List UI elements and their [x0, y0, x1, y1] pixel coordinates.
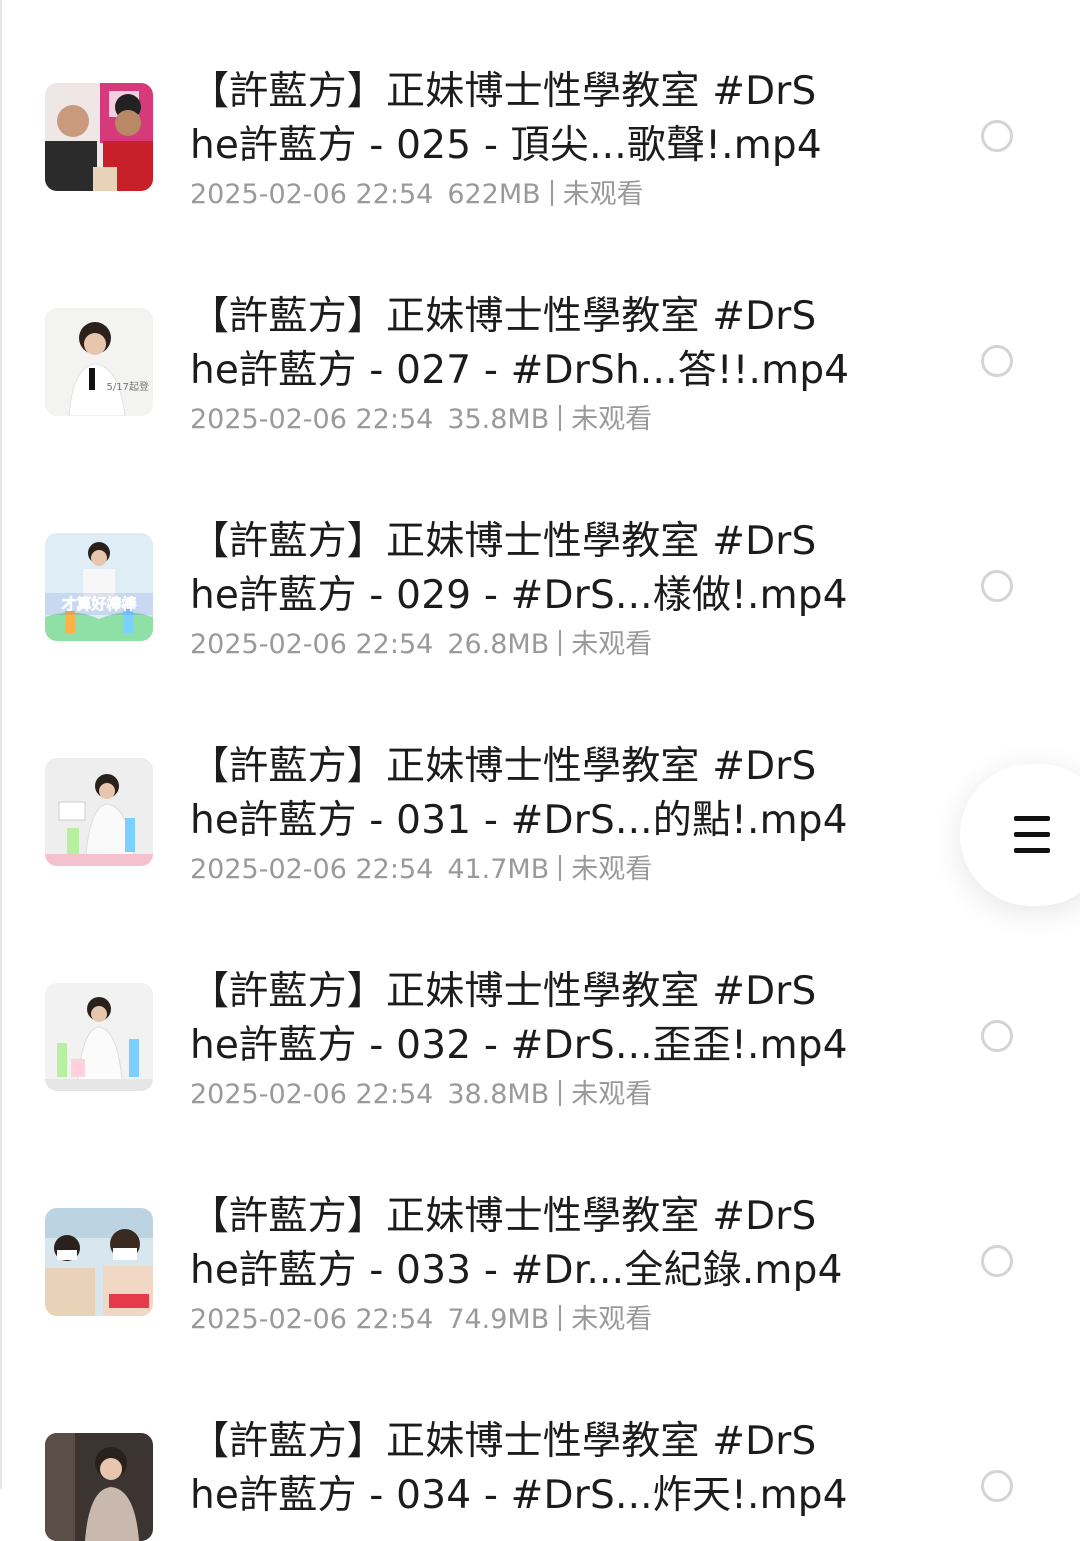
video-size: 41.7MB	[447, 854, 550, 885]
video-title: 【許藍方】正妹博士性學教室 #DrS he許藍方 - 033 - #Dr...全…	[190, 1194, 843, 1293]
video-size: 35.8MB	[447, 404, 550, 435]
meta-separator	[559, 855, 562, 881]
select-radio[interactable]	[981, 570, 1013, 602]
video-meta: 2025-02-06 22:54 35.8MB 未观看	[190, 397, 652, 437]
video-thumbnail	[45, 1433, 153, 1541]
video-meta: 2025-02-06 22:54 41.7MB 未观看	[190, 847, 652, 887]
menu-button[interactable]	[960, 764, 1080, 906]
video-size: 38.8MB	[447, 1079, 550, 1110]
watch-status: 未观看	[571, 1304, 653, 1335]
select-radio[interactable]	[981, 1470, 1013, 1502]
video-title: 【許藍方】正妹博士性學教室 #DrS he許藍方 - 027 - #DrSh..…	[190, 294, 850, 393]
video-date: 2025-02-06 22:54	[190, 1304, 434, 1335]
watch-status: 未观看	[571, 1079, 653, 1110]
thumb-caption: 才算好棒棒	[61, 595, 137, 613]
select-radio[interactable]	[981, 1245, 1013, 1277]
watch-status: 未观看	[571, 404, 653, 435]
menu-icon	[1014, 816, 1050, 864]
video-meta: 2025-02-06 22:54 38.8MB 未观看	[190, 1072, 652, 1112]
video-date: 2025-02-06 22:54	[190, 404, 434, 435]
video-title: 【許藍方】正妹博士性學教室 #DrS he許藍方 - 029 - #DrS...…	[190, 519, 848, 618]
video-thumbnail	[45, 1208, 153, 1316]
watch-status: 未观看	[571, 629, 653, 660]
video-meta: 2025-02-06 22:54 26.8MB 未观看	[190, 622, 652, 662]
video-title: 【許藍方】正妹博士性學教室 #DrS he許藍方 - 032 - #DrS...…	[190, 969, 848, 1068]
list-item[interactable]: 【許藍方】正妹博士性學教室 #DrS he許藍方 - 034 - #DrS...…	[0, 0, 1080, 1541]
video-date: 2025-02-06 22:54	[190, 1079, 434, 1110]
video-date: 2025-02-06 22:54	[190, 854, 434, 885]
video-title: 【許藍方】正妹博士性學教室 #DrS he許藍方 - 031 - #DrS...…	[190, 744, 848, 843]
select-radio[interactable]	[981, 345, 1013, 377]
video-size: 74.9MB	[447, 1304, 550, 1335]
select-radio[interactable]	[981, 1020, 1013, 1052]
video-thumbnail: 5/17起登	[45, 308, 153, 416]
video-date: 2025-02-06 22:54	[190, 629, 434, 660]
video-thumbnail: 才算好棒棒	[45, 533, 153, 641]
video-thumbnail	[45, 758, 153, 866]
meta-separator	[559, 1080, 562, 1106]
meta-separator	[559, 630, 562, 656]
video-size: 26.8MB	[447, 629, 550, 660]
meta-separator	[559, 1305, 562, 1331]
meta-separator	[559, 405, 562, 431]
video-meta: 2025-02-06 22:54 74.9MB 未观看	[190, 1297, 652, 1337]
thumb-caption: 5/17起登	[107, 380, 149, 393]
video-thumbnail	[45, 983, 153, 1091]
watch-status: 未观看	[571, 854, 653, 885]
video-title: 【許藍方】正妹博士性學教室 #DrS he許藍方 - 034 - #DrS...…	[190, 1419, 848, 1518]
